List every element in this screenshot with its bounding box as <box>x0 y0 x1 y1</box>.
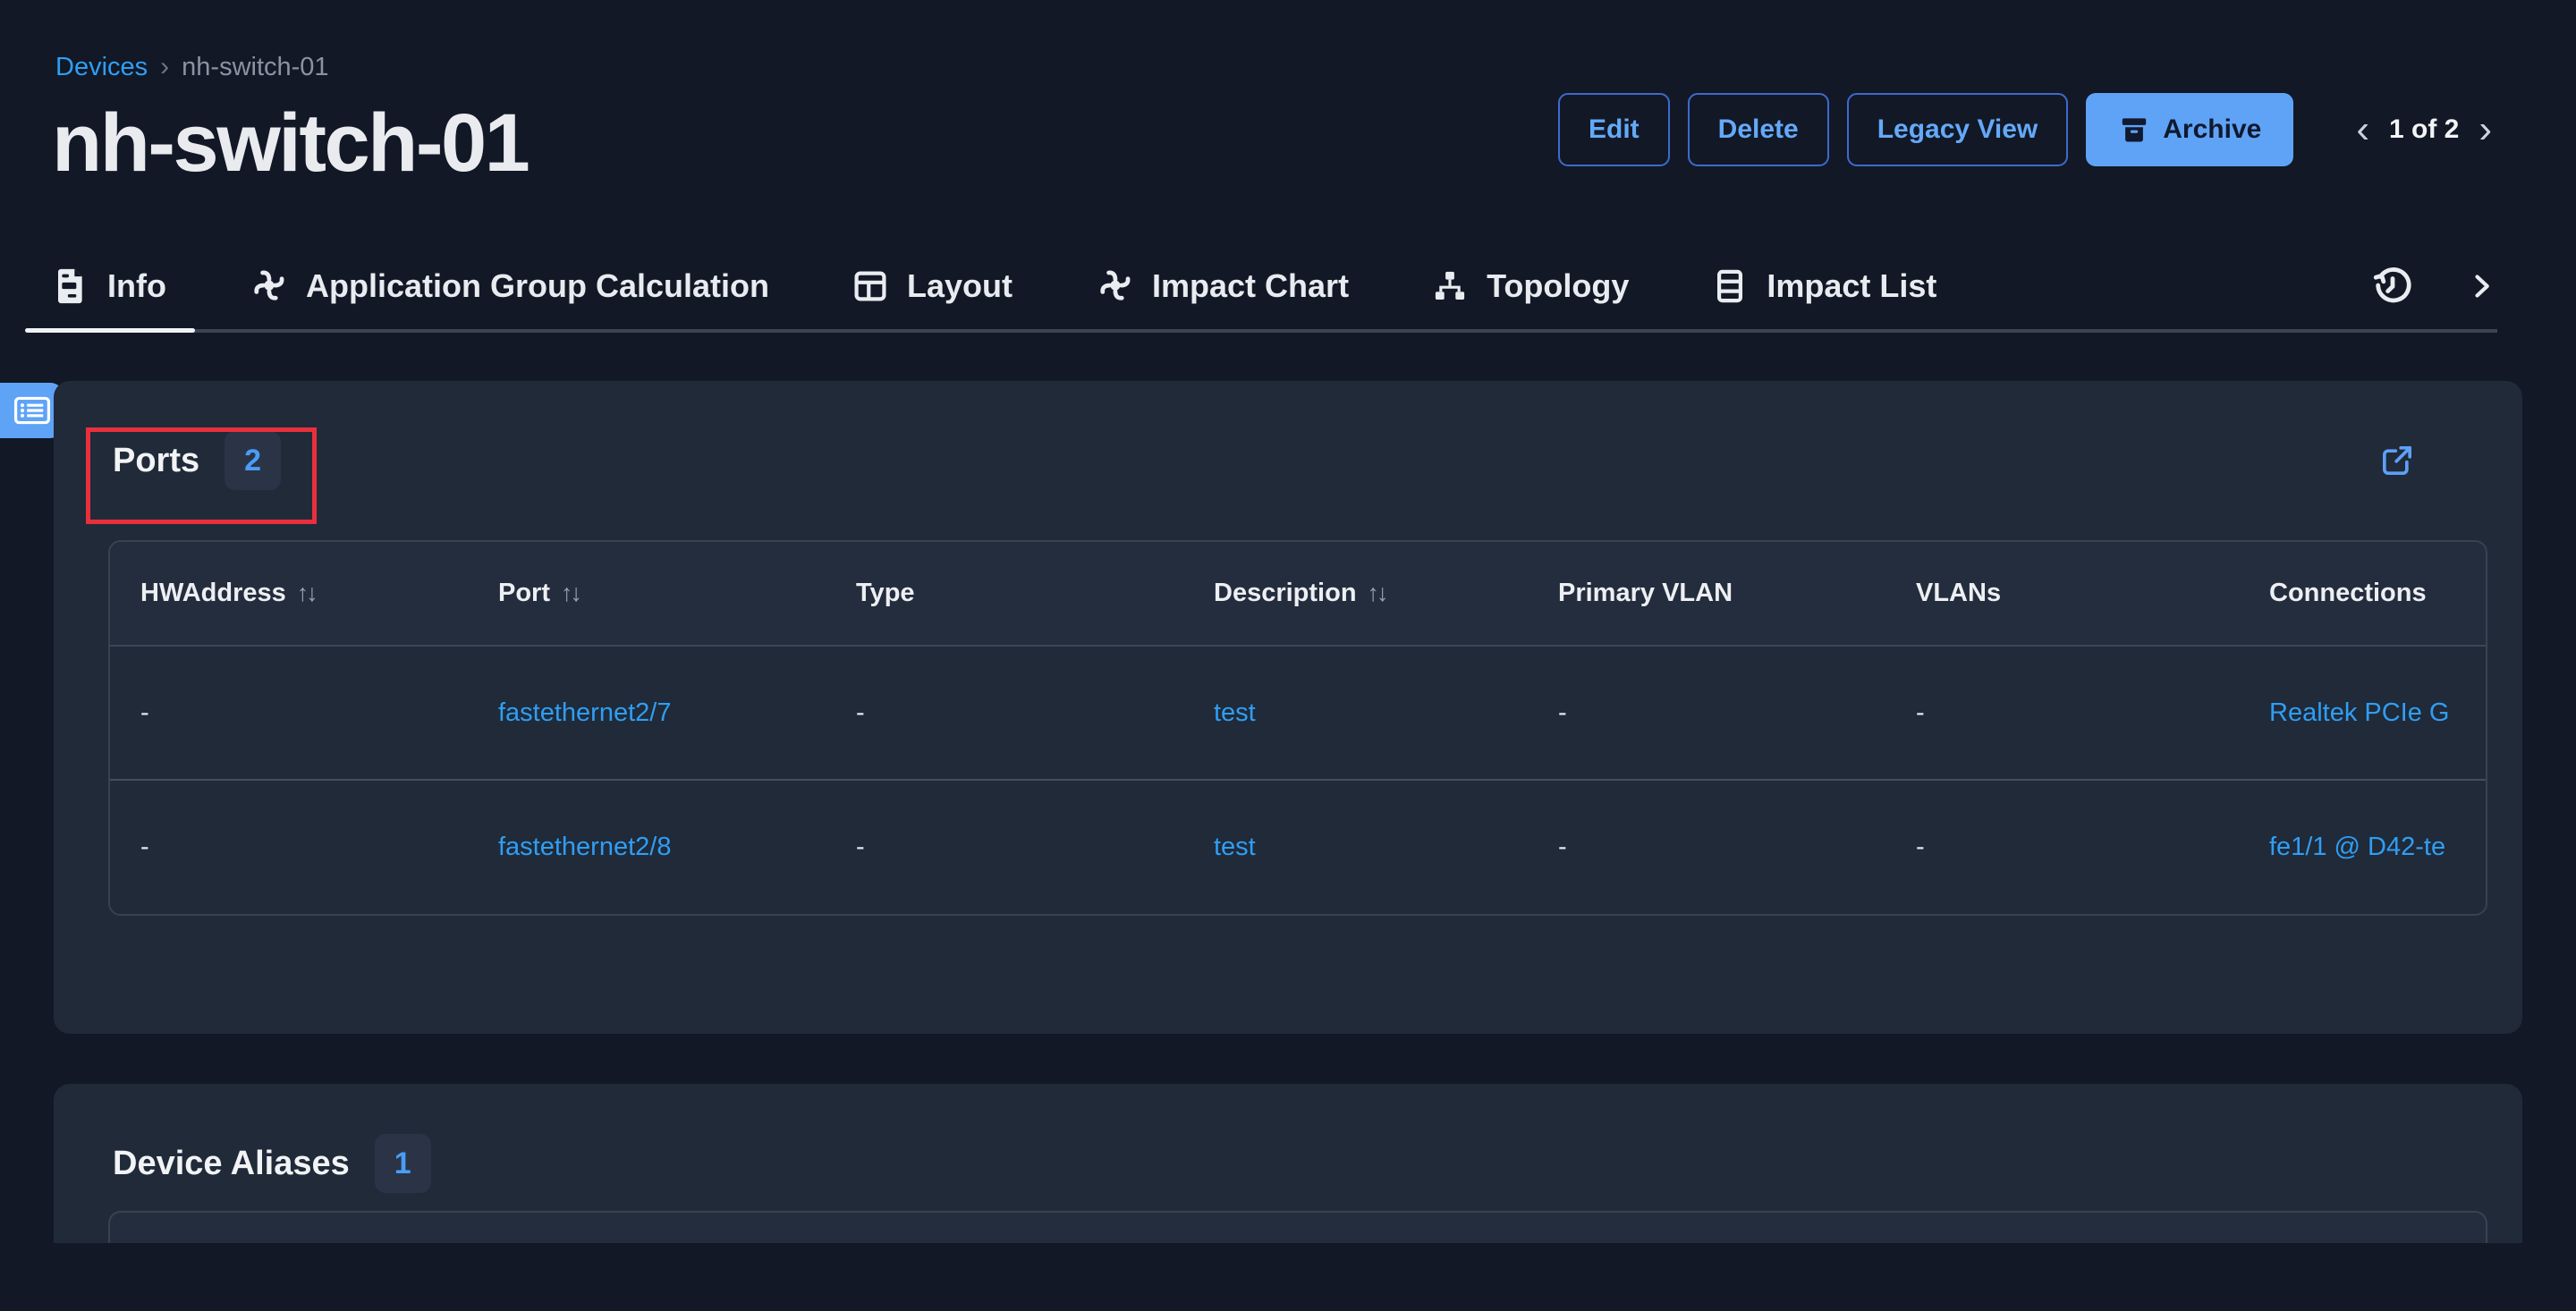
connection-link[interactable]: fe1/1 @ D42-te <box>2269 833 2445 861</box>
column-header-vlans[interactable]: VLANs <box>1885 542 2239 646</box>
page-title: nh-switch-01 <box>52 97 528 190</box>
cell-type: - <box>826 646 1183 780</box>
tab-layout[interactable]: Layout <box>852 243 1013 329</box>
layout-icon <box>852 267 889 305</box>
ports-count-badge: 2 <box>225 431 281 490</box>
tab-label: Impact Chart <box>1152 267 1349 305</box>
previous-record-button[interactable]: ‹ <box>2354 110 2371 149</box>
tab-label: Topology <box>1487 267 1629 305</box>
tab-impact-list[interactable]: Impact List <box>1711 243 1936 329</box>
table-row: - fastethernet2/7 - test - - Realtek PCI… <box>110 646 2487 780</box>
table-row: - fastethernet2/8 - test - - fe1/1 @ D42… <box>110 780 2487 914</box>
cell-description: test <box>1183 780 1528 914</box>
device-aliases-table <box>108 1211 2487 1243</box>
hub-icon <box>1095 266 1134 306</box>
ports-table-header-row: HWAddress↑↓ Port↑↓ Type Description↑↓ Pr… <box>110 542 2487 646</box>
tab-application-group-calculation[interactable]: Application Group Calculation <box>249 243 769 329</box>
hub-icon <box>249 266 288 306</box>
record-position: 1 of 2 <box>2389 114 2459 145</box>
tab-bar-controls <box>2372 266 2497 307</box>
ports-card: Ports 2 HWAddress↑↓ Port↑↓ Type Descript… <box>54 381 2522 1034</box>
tab-info[interactable]: Info <box>54 243 166 329</box>
list-details-icon <box>13 394 51 427</box>
sort-icon[interactable]: ↑↓ <box>561 579 580 606</box>
port-link[interactable]: fastethernet2/7 <box>498 698 671 727</box>
column-header-description[interactable]: Description↑↓ <box>1183 542 1528 646</box>
column-header-type[interactable]: Type <box>826 542 1183 646</box>
cell-type: - <box>826 780 1183 914</box>
cell-hwaddress: - <box>110 780 468 914</box>
tab-label: Layout <box>907 267 1013 305</box>
next-record-button[interactable]: › <box>2477 110 2494 149</box>
cell-connections: fe1/1 @ D42-te <box>2239 780 2487 914</box>
external-link-icon[interactable] <box>2379 443 2415 478</box>
list-icon <box>1711 267 1749 305</box>
ports-card-header: Ports 2 <box>54 381 2522 490</box>
tab-impact-chart[interactable]: Impact Chart <box>1095 243 1349 329</box>
header-actions: Edit Delete Legacy View Archive ‹ 1 of 2… <box>1558 92 2494 167</box>
cell-description: test <box>1183 646 1528 780</box>
port-link[interactable]: fastethernet2/8 <box>498 833 671 861</box>
cell-vlans: - <box>1885 780 2239 914</box>
device-aliases-count-badge: 1 <box>375 1134 431 1193</box>
breadcrumb-separator: › <box>160 52 169 82</box>
archive-icon <box>2118 114 2150 146</box>
column-header-port[interactable]: Port↑↓ <box>468 542 826 646</box>
breadcrumb-current: nh-switch-01 <box>182 53 328 82</box>
column-header-hwaddress[interactable]: HWAddress↑↓ <box>110 542 468 646</box>
cell-vlans: - <box>1885 646 2239 780</box>
cell-primary-vlan: - <box>1528 646 1885 780</box>
cell-connections: Realtek PCIe G <box>2239 646 2487 780</box>
chevron-right-icon[interactable] <box>2465 270 2497 302</box>
archive-button-label: Archive <box>2163 114 2261 145</box>
ports-card-title: Ports <box>113 442 199 480</box>
sitemap-icon <box>1431 267 1469 305</box>
tab-label: Impact List <box>1767 267 1936 305</box>
history-icon[interactable] <box>2372 266 2413 307</box>
ports-table: HWAddress↑↓ Port↑↓ Type Description↑↓ Pr… <box>108 540 2487 916</box>
edit-button[interactable]: Edit <box>1558 93 1670 166</box>
device-aliases-card-title: Device Aliases <box>113 1145 350 1183</box>
breadcrumb: Devices › nh-switch-01 <box>55 52 329 82</box>
sort-icon[interactable]: ↑↓ <box>1368 579 1386 606</box>
tab-label: Info <box>107 267 166 305</box>
column-header-connections[interactable]: Connections <box>2239 542 2487 646</box>
cell-port: fastethernet2/7 <box>468 646 826 780</box>
description-link[interactable]: test <box>1214 698 1256 727</box>
tab-topology[interactable]: Topology <box>1431 243 1629 329</box>
cell-hwaddress: - <box>110 646 468 780</box>
breadcrumb-devices-link[interactable]: Devices <box>55 53 148 82</box>
delete-button[interactable]: Delete <box>1688 93 1829 166</box>
connection-link[interactable]: Realtek PCIe G <box>2269 698 2449 727</box>
sort-icon[interactable]: ↑↓ <box>297 579 316 606</box>
tab-label: Application Group Calculation <box>306 267 769 305</box>
description-link[interactable]: test <box>1214 833 1256 861</box>
tab-bar: Info Application Group Calculation Layou… <box>54 243 2497 333</box>
device-aliases-card-header: Device Aliases 1 <box>54 1084 2522 1193</box>
legacy-view-button[interactable]: Legacy View <box>1847 93 2069 166</box>
column-header-primary-vlan[interactable]: Primary VLAN <box>1528 542 1885 646</box>
device-detail-page: Devices › nh-switch-01 nh-switch-01 Edit… <box>0 0 2576 1243</box>
cell-port: fastethernet2/8 <box>468 780 826 914</box>
archive-button[interactable]: Archive <box>2086 93 2293 166</box>
record-pagination: ‹ 1 of 2 › <box>2354 110 2494 149</box>
document-icon <box>54 266 89 306</box>
device-aliases-card: Device Aliases 1 <box>54 1084 2522 1243</box>
cell-primary-vlan: - <box>1528 780 1885 914</box>
